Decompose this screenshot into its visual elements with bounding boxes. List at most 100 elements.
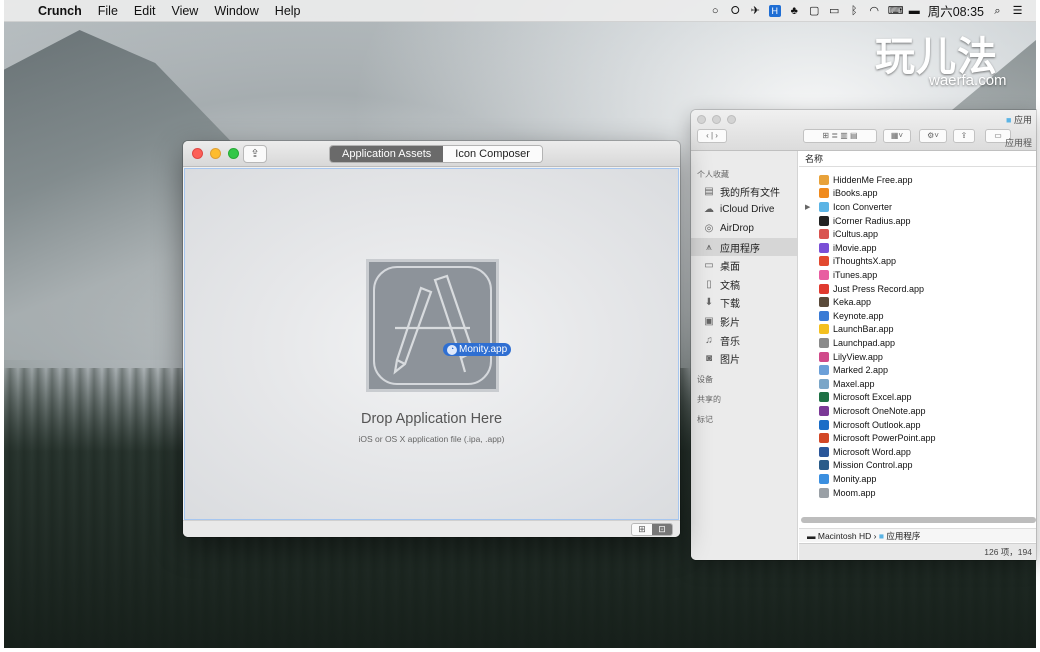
list-item[interactable]: Microsoft PowerPoint.app xyxy=(799,431,1036,445)
column-header-name[interactable]: 名称 xyxy=(805,154,823,164)
sidebar-item-documents[interactable]: ▯ 文稿 xyxy=(691,275,797,294)
mode-segmented-control: Application Assets Icon Composer xyxy=(329,145,543,163)
notification-center-icon[interactable]: ☰ xyxy=(1011,5,1024,17)
spotlight-search-icon[interactable]: ⌕ xyxy=(991,5,1004,17)
sidebar-item-icloud-drive[interactable]: ☁ iCloud Drive xyxy=(691,201,797,220)
sidebar-item-downloads[interactable]: ⬇ 下载 xyxy=(691,294,797,313)
column-header-kind[interactable]: 应用程 xyxy=(799,135,1036,151)
menu-window[interactable]: Window xyxy=(206,4,266,18)
list-item[interactable]: ▶ Icon Converter xyxy=(799,200,1036,214)
sidebar-item-label: iCloud Drive xyxy=(720,204,775,216)
watermark: 玩儿法 waerfa.com xyxy=(875,36,1025,96)
menu-app-name[interactable]: Crunch xyxy=(34,4,90,18)
list-item[interactable]: iThoughtsX.app xyxy=(799,255,1036,269)
app-icon xyxy=(819,269,829,280)
close-button[interactable] xyxy=(192,148,203,159)
app-icon xyxy=(819,215,829,226)
list-item[interactable]: Keka.app xyxy=(799,295,1036,309)
wifi-icon[interactable]: ◠ xyxy=(868,5,881,17)
list-item[interactable]: Moom.app xyxy=(799,486,1036,500)
list-item[interactable]: Microsoft OneNote.app xyxy=(799,404,1036,418)
list-item[interactable]: iCorner Radius.app xyxy=(799,214,1036,228)
list-item[interactable]: Microsoft Word.app xyxy=(799,445,1036,459)
list-item[interactable]: Marked 2.app xyxy=(799,363,1036,377)
list-item[interactable]: LaunchBar.app xyxy=(799,323,1036,337)
cloud-icon: ☁ xyxy=(704,204,714,216)
export-view-button[interactable]: ⊡ xyxy=(652,524,672,535)
minimize-button[interactable] xyxy=(210,148,221,159)
flag-icon[interactable]: ▬ xyxy=(908,5,921,17)
finder-zoom-button[interactable] xyxy=(727,115,736,124)
finder-sidebar: 个人收藏 ▤ 我的所有文件 ☁ iCloud Drive ◎ AirDrop ⩚… xyxy=(691,151,798,560)
app-icon xyxy=(819,473,829,484)
file-name: Mission Control.app xyxy=(833,460,913,471)
back-icon[interactable]: ‹ xyxy=(706,131,709,140)
grid-view-button[interactable]: ⊞ xyxy=(632,524,652,535)
list-item[interactable]: iCultus.app xyxy=(799,227,1036,241)
sidebar-item-pictures[interactable]: ◙ 图片 xyxy=(691,349,797,368)
list-item[interactable]: Microsoft Excel.app xyxy=(799,391,1036,405)
crunch-titlebar[interactable]: ⇪ Application Assets Icon Composer xyxy=(183,141,680,167)
sidebar-item-airdrop[interactable]: ◎ AirDrop xyxy=(691,219,797,238)
path-disk[interactable]: Macintosh HD xyxy=(818,531,871,541)
movies-icon: ▣ xyxy=(704,315,714,327)
list-item[interactable]: Microsoft Outlook.app xyxy=(799,418,1036,432)
menubar-clock[interactable]: 周六08:35 xyxy=(928,1,984,20)
input-method-icon[interactable]: ⌨ xyxy=(888,5,904,17)
list-item[interactable]: iBooks.app xyxy=(799,187,1036,201)
tab-icon-composer[interactable]: Icon Composer xyxy=(443,146,542,162)
forward-icon[interactable]: › xyxy=(715,131,718,140)
sidebar-item-movies[interactable]: ▣ 影片 xyxy=(691,312,797,331)
finder-status-bar: 126 项，194 xyxy=(799,543,1036,560)
app-badge-icon[interactable]: H xyxy=(768,4,781,17)
list-item[interactable]: Monity.app xyxy=(799,472,1036,486)
all-files-icon: ▤ xyxy=(704,185,714,197)
menu-view[interactable]: View xyxy=(163,4,206,18)
app-icon xyxy=(819,378,829,389)
zoom-button[interactable] xyxy=(228,148,239,159)
menu-edit[interactable]: Edit xyxy=(126,4,164,18)
plane-icon[interactable]: ✈ xyxy=(749,5,762,17)
menu-file[interactable]: File xyxy=(90,4,126,18)
clipboard-icon[interactable]: ▢ xyxy=(808,5,821,17)
file-name: iCorner Radius.app xyxy=(833,215,911,226)
list-item[interactable]: iTunes.app xyxy=(799,268,1036,282)
disclosure-triangle-icon[interactable]: ▶ xyxy=(805,203,810,211)
finder-minimize-button[interactable] xyxy=(712,115,721,124)
list-item[interactable]: Launchpad.app xyxy=(799,336,1036,350)
list-item[interactable]: Maxel.app xyxy=(799,377,1036,391)
documents-icon: ▯ xyxy=(706,278,712,290)
list-item[interactable]: iMovie.app xyxy=(799,241,1036,255)
applications-icon: ⩚ xyxy=(706,241,712,253)
battery-icon[interactable]: ▭ xyxy=(828,5,841,17)
desktop-icon: ▭ xyxy=(704,260,714,272)
app-placeholder-frame xyxy=(373,266,492,385)
share-button[interactable]: ⇪ xyxy=(243,145,267,163)
app-icon xyxy=(819,433,829,444)
sidebar-item-all-files[interactable]: ▤ 我的所有文件 xyxy=(691,182,797,201)
record-icon[interactable]: ⭘ xyxy=(729,5,742,17)
circle-icon[interactable]: ○ xyxy=(709,5,722,17)
sidebar-heading-devices: 设备 xyxy=(697,374,713,384)
drop-zone[interactable]: ◔ Monity.app Drop Application Here iOS o… xyxy=(184,168,679,520)
horizontal-scrollbar[interactable] xyxy=(801,517,1036,523)
back-forward-buttons[interactable]: ‹ | › xyxy=(697,129,727,143)
bluetooth-icon[interactable]: ᛒ xyxy=(848,5,861,17)
finder-close-button[interactable] xyxy=(697,115,706,124)
path-folder[interactable]: 应用程序 xyxy=(886,531,920,541)
app-icon xyxy=(819,460,829,471)
list-item[interactable]: Just Press Record.app xyxy=(799,282,1036,296)
tab-application-assets[interactable]: Application Assets xyxy=(330,146,444,162)
list-item[interactable]: Mission Control.app xyxy=(799,459,1036,473)
file-list: 名称 应用程 HiddenMe Free.app iBooks.app ▶ Icon … xyxy=(799,138,1036,531)
list-item[interactable]: Keynote.app xyxy=(799,309,1036,323)
list-item[interactable]: LilyView.app xyxy=(799,350,1036,364)
sidebar-item-label: 应用程序 xyxy=(720,243,760,255)
tree-icon[interactable]: ♣ xyxy=(788,5,801,17)
menu-help[interactable]: Help xyxy=(267,4,309,18)
sidebar-item-applications[interactable]: ⩚ 应用程序 xyxy=(691,237,797,257)
list-item[interactable]: HiddenMe Free.app xyxy=(799,173,1036,187)
sidebar-item-desktop[interactable]: ▭ 桌面 xyxy=(691,256,797,275)
finder-title: ■ 应用 xyxy=(1006,113,1032,126)
sidebar-item-music[interactable]: ♫ 音乐 xyxy=(691,331,797,350)
